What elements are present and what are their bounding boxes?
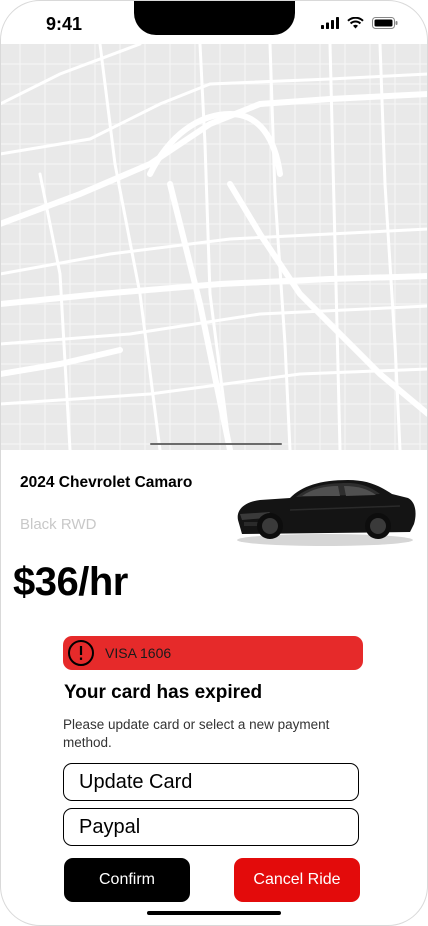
status-time: 9:41: [46, 14, 83, 34]
confirm-button[interactable]: Confirm: [64, 858, 190, 902]
notch: [134, 0, 295, 35]
payment-alert: VISA 1606: [63, 636, 363, 670]
battery-icon: [372, 17, 398, 29]
status-bar: 9:41: [0, 0, 428, 44]
wifi-icon: [347, 17, 364, 29]
sheet-handle[interactable]: [150, 443, 282, 445]
phone-screen: 9:41 2024 Chevrolet Camaro Black RWD $36…: [0, 0, 428, 926]
exclamation-circle-icon: [68, 640, 94, 666]
paypal-button[interactable]: Paypal: [63, 808, 359, 846]
card-label: VISA 1606: [105, 645, 172, 661]
vehicle-title: 2024 Chevrolet Camaro: [20, 474, 193, 491]
vehicle-subtitle: Black RWD: [20, 516, 97, 533]
update-card-label: Update Card: [79, 770, 193, 793]
update-card-button[interactable]: Update Card: [63, 763, 359, 801]
price: $36/hr: [13, 560, 128, 604]
car-image: [237, 480, 416, 546]
street-map[interactable]: [0, 44, 428, 450]
payment-error-title: Your card has expired: [64, 682, 263, 703]
home-indicator[interactable]: [147, 911, 281, 915]
paypal-label: Paypal: [79, 815, 141, 838]
payment-error-description: Please update card or select a new payme…: [63, 717, 330, 750]
cancel-ride-button[interactable]: Cancel Ride: [234, 858, 360, 902]
status-icons: [321, 17, 398, 29]
cellular-signal-icon: [321, 17, 339, 29]
